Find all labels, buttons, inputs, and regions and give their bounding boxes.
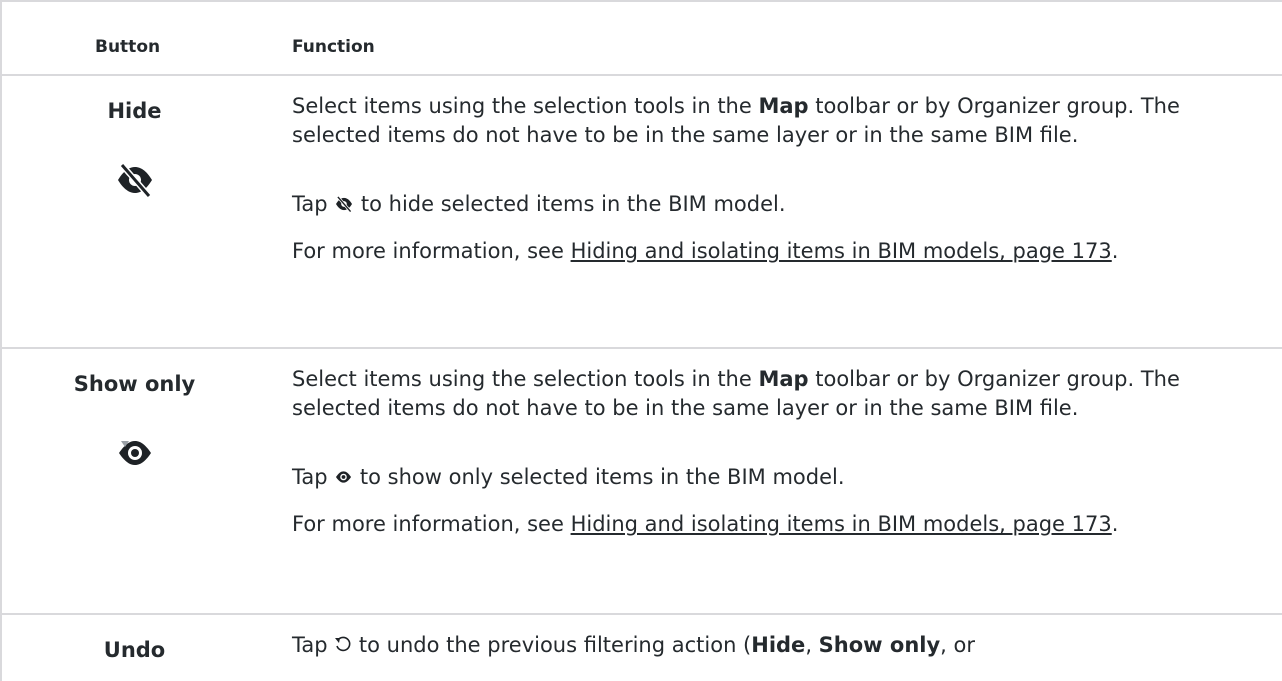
header-divider xyxy=(2,74,1282,76)
header-button: Button xyxy=(95,37,161,57)
eye-isolate-icon xyxy=(2,436,267,474)
show-only-desc-1: Select items using the selection tools i… xyxy=(292,367,1180,420)
header-function: Function xyxy=(292,37,375,57)
undo-icon xyxy=(334,632,352,661)
undo-desc-1: Tap to undo the previous filtering actio… xyxy=(292,631,1267,661)
button-name-hide: Hide xyxy=(107,99,162,123)
hide-desc-2: Tap to hide selected items in the BIM mo… xyxy=(292,190,1267,220)
button-name-undo: Undo xyxy=(103,638,166,662)
show-only-desc-3: For more information, see Hiding and iso… xyxy=(292,512,1119,536)
hide-info-link[interactable]: Hiding and isolating items in BIM models… xyxy=(571,239,1112,263)
button-function-table: Button Function Hide Select items using … xyxy=(0,0,1282,681)
button-name-show-only: Show only xyxy=(73,372,196,396)
row-divider xyxy=(2,613,1282,615)
eye-slash-icon xyxy=(2,163,267,201)
row-divider xyxy=(2,347,1282,349)
eye-isolate-icon xyxy=(334,464,353,493)
show-only-desc-2: Tap to show only selected items in the B… xyxy=(292,463,1267,493)
hide-desc-3: For more information, see Hiding and iso… xyxy=(292,239,1119,263)
show-only-info-link[interactable]: Hiding and isolating items in BIM models… xyxy=(571,512,1112,536)
eye-slash-icon xyxy=(334,191,354,220)
hide-desc-1: Select items using the selection tools i… xyxy=(292,94,1180,147)
